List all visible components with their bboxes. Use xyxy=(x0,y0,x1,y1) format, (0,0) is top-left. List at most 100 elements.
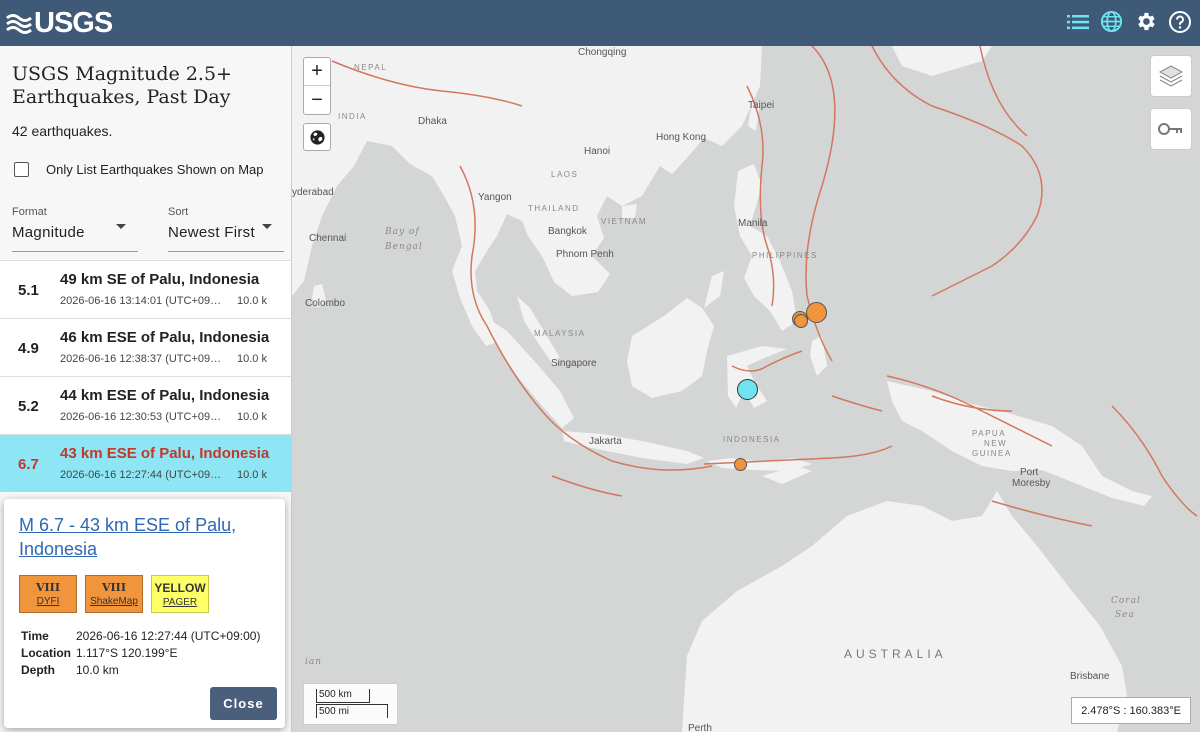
key-icon xyxy=(1158,123,1182,135)
usgs-wave-icon xyxy=(6,14,32,34)
map-label: Bangkok xyxy=(548,226,587,237)
detail-row-time: Time 2026-06-16 12:27:44 (UTC+09:00) xyxy=(21,629,260,646)
dyfi-value: VIII xyxy=(36,581,60,594)
sort-select[interactable]: Sort Newest First xyxy=(168,206,284,252)
popup-title-link[interactable]: M 6.7 - 43 km ESE of Palu, Indonesia xyxy=(19,513,274,561)
dyfi-badge[interactable]: VIII DYFI xyxy=(19,575,77,613)
earthquake-list-item[interactable]: 5.1 49 km SE of Palu, Indonesia 2026-06-… xyxy=(0,260,291,318)
map-label: GUINEA xyxy=(972,449,1012,458)
earthquake-marker-selected[interactable] xyxy=(737,379,758,400)
earthquake-marker[interactable] xyxy=(806,302,827,323)
shakemap-label: ShakeMap xyxy=(90,596,138,607)
top-bar: USGS xyxy=(0,0,1200,46)
globe-icon xyxy=(309,129,325,145)
map-label: NEPAL xyxy=(354,63,388,72)
map-label: Sea xyxy=(1115,610,1135,620)
map-label: PHILIPPINES xyxy=(752,251,818,260)
layers-icon xyxy=(1158,65,1184,87)
map-label: ian xyxy=(305,657,323,667)
detail-value: 2026-06-16 12:27:44 (UTC+09:00) xyxy=(76,629,261,643)
earthquake-magnitude: 5.1 xyxy=(18,282,39,299)
earthquake-time: 2026-06-16 12:30:53 (UTC+09… xyxy=(60,411,222,423)
detail-row-depth: Depth 10.0 km xyxy=(21,663,260,680)
earthquake-marker[interactable] xyxy=(734,458,747,471)
layers-button[interactable] xyxy=(1150,55,1192,97)
shakemap-badge[interactable]: VIII ShakeMap xyxy=(85,575,143,613)
map-label: Brisbane xyxy=(1070,671,1110,682)
dyfi-label: DYFI xyxy=(36,596,60,607)
earthquake-list-item[interactable]: 4.9 46 km ESE of Palu, Indonesia 2026-06… xyxy=(0,318,291,376)
map-label: NEW xyxy=(984,439,1008,448)
zoom-in-button[interactable]: + xyxy=(304,58,330,86)
map-label: Moresby xyxy=(1012,478,1051,489)
chevron-down-icon xyxy=(262,224,272,229)
format-select-value: Magnitude xyxy=(12,224,85,241)
map-label: Colombo xyxy=(305,298,346,309)
map-label: Jakarta xyxy=(589,436,622,447)
map-label: THAILAND xyxy=(528,204,580,213)
earthquake-magnitude: 4.9 xyxy=(18,340,39,357)
sort-select-label: Sort xyxy=(168,206,189,218)
map-filter-checkbox[interactable] xyxy=(14,162,29,177)
shakemap-value: VIII xyxy=(102,581,126,594)
format-select-label: Format xyxy=(12,206,47,218)
legend-button[interactable] xyxy=(1150,108,1192,150)
map-label: INDONESIA xyxy=(723,435,781,444)
detail-key: Location xyxy=(21,646,71,660)
earthquake-place: 44 km ESE of Palu, Indonesia xyxy=(60,387,270,404)
map-label: Chennai xyxy=(309,233,347,244)
map-label: Singapore xyxy=(551,358,597,369)
map-label: PAPUA xyxy=(972,429,1007,438)
map-label: Taipei xyxy=(748,100,775,111)
earthquake-depth: 10.0 k xyxy=(237,353,267,365)
map-label: MALAYSIA xyxy=(534,329,586,338)
help-icon[interactable] xyxy=(1167,9,1192,34)
detail-key: Depth xyxy=(21,663,55,677)
gear-icon[interactable] xyxy=(1133,9,1158,34)
earthquake-time: 2026-06-16 12:38:37 (UTC+09… xyxy=(60,353,222,365)
detail-key: Time xyxy=(21,629,49,643)
pager-label: PAGER xyxy=(162,596,198,608)
earthquake-magnitude: 5.2 xyxy=(18,398,39,415)
world-view-button[interactable] xyxy=(303,123,331,151)
detail-value: 10.0 km xyxy=(76,663,119,677)
earthquake-list: 5.1 49 km SE of Palu, Indonesia 2026-06-… xyxy=(0,260,291,492)
detail-row-location: Location 1.117°S 120.199°E xyxy=(21,646,260,663)
earthquake-count: 42 earthquakes. xyxy=(12,123,113,139)
earthquake-list-item-selected[interactable]: 6.7 43 km ESE of Palu, Indonesia 2026-06… xyxy=(0,434,291,492)
globe-icon[interactable] xyxy=(1099,9,1124,34)
map-label: Yangon xyxy=(478,192,512,203)
sort-select-value: Newest First xyxy=(168,224,255,241)
map-label: Port xyxy=(1020,467,1039,478)
popup-details: Time 2026-06-16 12:27:44 (UTC+09:00) Loc… xyxy=(21,629,260,680)
zoom-out-button[interactable]: − xyxy=(304,86,330,114)
map-view[interactable]: Chongqing NEPAL Taipei Dhaka INDIA Hong … xyxy=(292,46,1200,732)
map-label: Hanoi xyxy=(584,146,611,157)
earthquake-place: 46 km ESE of Palu, Indonesia xyxy=(60,329,270,346)
mouse-coordinates: 2.478°S : 160.383°E xyxy=(1071,697,1191,724)
map-label: Manila xyxy=(738,218,768,229)
earthquake-time: 2026-06-16 12:27:44 (UTC+09… xyxy=(60,469,222,481)
scale-bar: 500 km 500 mi xyxy=(303,683,398,725)
map-label: Perth xyxy=(688,723,712,732)
usgs-logo[interactable]: USGS xyxy=(6,6,113,39)
map-label: INDIA xyxy=(338,112,367,121)
logo-text: USGS xyxy=(34,6,113,39)
list-icon[interactable] xyxy=(1065,9,1090,34)
map-label: VIETNAM xyxy=(601,217,648,226)
pager-badge[interactable]: YELLOW PAGER xyxy=(151,575,209,613)
earthquake-list-item[interactable]: 5.2 44 km ESE of Palu, Indonesia 2026-06… xyxy=(0,376,291,434)
zoom-control: + − xyxy=(303,57,331,115)
map-label: Bay of xyxy=(385,227,420,237)
map-label: Coral xyxy=(1111,596,1141,606)
map-filter-checkbox-row[interactable]: Only List Earthquakes Shown on Map xyxy=(14,162,264,177)
earthquake-depth: 10.0 k xyxy=(237,411,267,423)
earthquake-popup: M 6.7 - 43 km ESE of Palu, Indonesia VII… xyxy=(4,499,285,728)
close-button[interactable]: Close xyxy=(210,687,277,720)
detail-value: 1.117°S 120.199°E xyxy=(76,646,178,660)
earthquake-magnitude: 6.7 xyxy=(18,456,39,473)
earthquake-depth: 10.0 k xyxy=(237,469,267,481)
format-select[interactable]: Format Magnitude xyxy=(12,206,138,252)
earthquake-time: 2026-06-16 13:14:01 (UTC+09… xyxy=(60,295,222,307)
earthquake-place: 49 km SE of Palu, Indonesia xyxy=(60,271,260,288)
